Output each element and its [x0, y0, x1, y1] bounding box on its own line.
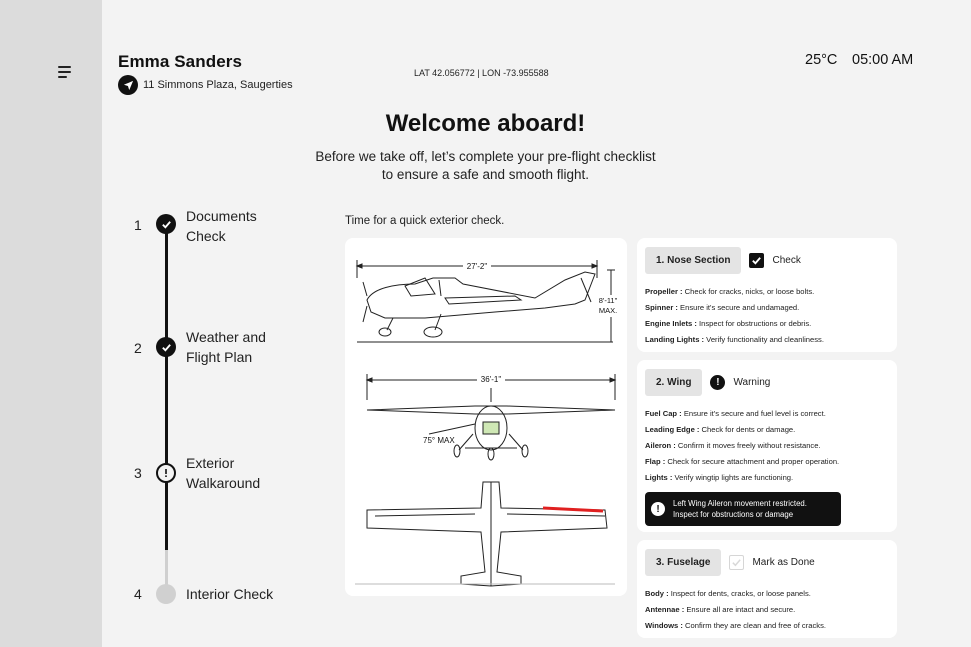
user-name: Emma Sanders [118, 52, 243, 71]
section-header: 2. Wing ! Warning [637, 360, 897, 396]
alert-line-1: Left Wing Aileron movement restricted. [673, 499, 807, 508]
section-items: Propeller : Check for cracks, nicks, or … [637, 274, 897, 348]
step-label: Documents Check [186, 206, 296, 246]
aircraft-side-view [355, 260, 615, 343]
list-item: Propeller : Check for cracks, nicks, or … [645, 287, 815, 296]
section-title: 1. Nose Section [645, 247, 742, 274]
menu-icon[interactable] [58, 66, 72, 78]
aircraft-top-view [355, 481, 615, 587]
list-item: Spinner : Ensure it's secure and undamag… [645, 303, 800, 312]
step-label-line-1: Documents [186, 208, 257, 224]
navigation-arrow-icon [118, 75, 138, 95]
section-card-wing: 2. Wing ! Warning Fuel Cap : Ensure it's… [637, 360, 897, 532]
step-number: 1 [134, 217, 142, 233]
step-label: Exterior Walkaround [186, 453, 296, 493]
section-status: Warning [733, 377, 771, 388]
diagram-height-label: 8'-11" [599, 296, 618, 305]
section-header: 3. Fuselage Mark as Done [637, 540, 897, 576]
step-label-line-2: Walkaround [186, 475, 261, 491]
subtitle-line-1: Before we take off, let’s complete your … [315, 149, 656, 164]
step-label-line-2: Check [186, 228, 226, 244]
aircraft-diagram: 27'-2" 27'-2" 8'-11" MAX. [345, 238, 627, 596]
section-card-fuselage: 3. Fuselage Mark as Done Body : Inspect … [637, 540, 897, 638]
exterior-prompt: Time for a quick exterior check. [345, 215, 505, 227]
subtitle-line-2: to ensure a safe and smooth flight. [381, 167, 590, 182]
section-title: 2. Wing [645, 369, 703, 396]
section-title: 3. Fuselage [645, 549, 722, 576]
diagram-flap-label: 75° MAX [423, 436, 455, 445]
alert-line-2: Inspect for obstructions or damage [673, 510, 794, 519]
alert-message: Left Wing Aileron movement restricted. I… [673, 498, 807, 520]
section-status: Check [772, 255, 801, 266]
diagram-span-label: 36'-1" [481, 375, 502, 384]
list-item: Engine Inlets : Inspect for obstructions… [645, 319, 812, 328]
sidebar [0, 0, 102, 647]
list-item: Flap : Check for secure attachment and p… [645, 457, 840, 466]
list-item: Body : Inspect for dents, cracks, or loo… [645, 589, 811, 598]
stepper-progress-line [165, 224, 168, 550]
step-label-line-1: Interior Check [186, 586, 274, 602]
pending-circle-icon [156, 584, 176, 604]
list-item: Windows : Confirm they are clean and fre… [645, 621, 826, 630]
section-header: 1. Nose Section Check [637, 238, 897, 274]
list-item: Antennae : Ensure all are intact and sec… [645, 605, 796, 614]
list-item: Aileron : Confirm it moves freely withou… [645, 441, 821, 450]
section-items: Fuel Cap : Ensure it's secure and fuel l… [637, 396, 897, 486]
diagram-length-text: 27'-2" [467, 262, 488, 271]
alert-icon: ! [651, 502, 665, 516]
step-label-line-1: Exterior [186, 455, 235, 471]
alert-circle-icon [156, 463, 176, 483]
checkbox-unchecked-icon[interactable] [729, 555, 745, 570]
warning-alert[interactable]: ! Left Wing Aileron movement restricted.… [645, 492, 841, 526]
list-item: Fuel Cap : Ensure it's secure and fuel l… [645, 409, 826, 418]
mark-as-done-label[interactable]: Mark as Done [752, 557, 814, 568]
main-content: Emma Sanders 11 Simmons Plaza, Saugertie… [102, 0, 971, 647]
check-circle-icon [156, 214, 176, 234]
step-label-line-2: Flight Plan [186, 349, 253, 365]
gps-coordinates: LAT 42.056772 | LON -73.955588 [414, 68, 549, 78]
list-item: Leading Edge : Check for dents or damage… [645, 425, 796, 434]
step-label: Interior Check [186, 584, 316, 604]
step-label-line-1: Weather and [186, 329, 266, 345]
checkbox-checked-icon[interactable] [749, 253, 765, 268]
step-number: 4 [134, 586, 142, 602]
step-number: 3 [134, 465, 142, 481]
step-label: Weather and Flight Plan [186, 327, 296, 367]
clock-time: 05:00 AM [852, 52, 914, 68]
check-circle-icon [156, 337, 176, 357]
list-item: Lights : Verify wingtip lights are funct… [645, 473, 794, 482]
list-item: Landing Lights : Verify functionality an… [645, 335, 824, 344]
section-card-nose: 1. Nose Section Check Propeller : Check … [637, 238, 897, 352]
section-items: Body : Inspect for dents, cracks, or loo… [637, 576, 897, 634]
page-title: Welcome aboard! [385, 110, 586, 137]
temperature: 25°C [805, 52, 838, 68]
aircraft-front-view [365, 374, 617, 461]
user-address: 11 Simmons Plaza, Saugerties [143, 79, 293, 91]
aileron-warning-highlight [542, 506, 604, 513]
user-location: 11 Simmons Plaza, Saugerties [118, 75, 293, 95]
page-subtitle: Before we take off, let’s complete your … [102, 148, 869, 184]
step-number: 2 [134, 340, 142, 356]
warning-icon: ! [710, 375, 726, 390]
diagram-height-max: MAX. [599, 306, 617, 315]
